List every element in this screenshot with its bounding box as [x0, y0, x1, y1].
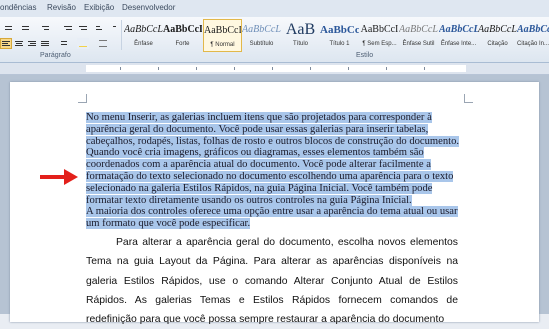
style-sample: AaB	[285, 21, 316, 38]
style-name: Ênfase Inte...	[440, 41, 477, 47]
shading-button[interactable]	[77, 38, 89, 49]
style-sample: AaBbCcL	[163, 24, 202, 35]
margin-corner-mark	[464, 94, 473, 103]
increase-indent-button[interactable]	[77, 23, 89, 34]
body-paragraph: Para alterar a aparência geral do docume…	[86, 237, 458, 326]
style-no-spacing[interactable]: AaBbCcI ¶ Sem Esp...	[360, 19, 399, 52]
selected-paragraph[interactable]: No menu Inserir, as galerias incluem ite…	[86, 112, 462, 230]
tab-review[interactable]: Revisão	[47, 3, 76, 12]
style-name: Ênfase	[134, 41, 153, 47]
align-left-button[interactable]	[0, 38, 12, 49]
style-name: Título 1	[329, 41, 350, 47]
quick-styles-gallery: AaBbCcL Ênfase AaBbCcL Forte AaBbCcI ¶ N…	[124, 19, 549, 53]
line-spacing-button[interactable]	[57, 38, 69, 49]
style-sample: AaBbCcL	[242, 24, 281, 35]
style-sample: AaBbCcL	[439, 24, 478, 35]
ribbon-tab-bar: ondências Revisão Exibição Desenvolvedor	[0, 0, 549, 18]
ribbon-separator	[121, 20, 122, 50]
selected-line: formatar texto diretamente usando os out…	[86, 194, 412, 206]
style-sample: AaBbCcI	[360, 24, 399, 35]
sort-button[interactable]	[94, 23, 106, 34]
styles-group-label: Estilo	[356, 52, 374, 59]
ruler-text-area	[86, 65, 466, 72]
style-name: Ênfase Sutil	[402, 41, 435, 47]
style-name: Subtítulo	[249, 41, 274, 47]
style-name: Citação	[487, 41, 508, 47]
style-sample: AaBbCcL	[124, 24, 163, 35]
style-sample: AaBbCcL	[478, 24, 517, 35]
style-sample: AaBbCcL	[399, 24, 438, 35]
paragraph-group-label: Parágrafo	[40, 52, 71, 59]
numbering-button[interactable]	[20, 23, 32, 34]
body-paragraph-container[interactable]: Para alterar a aparência geral do docume…	[86, 233, 458, 329]
style-quote[interactable]: AaBbCcL Citação	[478, 19, 517, 52]
bullets-button[interactable]	[3, 23, 15, 34]
margin-corner-mark	[78, 94, 87, 103]
selected-line: A maioria dos controles oferece uma opçã…	[86, 206, 458, 218]
style-strong[interactable]: AaBbCcL Forte	[163, 19, 202, 52]
style-sample: AaBbCc	[320, 24, 359, 36]
style-intense-emphasis[interactable]: AaBbCcL Ênfase Inte...	[439, 19, 478, 52]
style-name: ¶ Normal	[210, 42, 235, 48]
multilevel-list-button[interactable]	[40, 23, 52, 34]
style-sample: AaBbCcI	[204, 25, 242, 36]
red-arrow-icon	[40, 169, 78, 185]
selected-line: um formato que você pode especificar.	[86, 218, 251, 230]
tab-developer[interactable]: Desenvolvedor	[122, 3, 175, 12]
style-name: Citação In...	[517, 41, 549, 47]
borders-button[interactable]	[97, 38, 109, 49]
selected-line: formatação do texto selecionado no docum…	[86, 170, 454, 182]
style-emphasis[interactable]: AaBbCcL Ênfase	[124, 19, 163, 52]
align-right-button[interactable]	[26, 38, 38, 49]
justify-button[interactable]	[39, 38, 51, 49]
style-subtle-emphasis[interactable]: AaBbCcL Ênfase Sutil	[399, 19, 438, 52]
style-name: Título	[292, 41, 308, 47]
selected-line: aparência geral do documento. Você pode …	[86, 123, 429, 135]
tab-references[interactable]: ondências	[0, 3, 36, 12]
paragraph-group	[0, 22, 118, 52]
selected-line: cabeçalhos, rodapés, listas, folhas de r…	[86, 135, 460, 147]
tab-view[interactable]: Exibição	[84, 3, 114, 12]
align-center-button[interactable]	[13, 38, 25, 49]
style-intense-quote[interactable]: AaBbCcL Citação In...	[517, 19, 549, 52]
style-subtitle[interactable]: AaBbCcL Subtítulo	[242, 19, 281, 52]
style-title[interactable]: AaB Título	[281, 19, 320, 52]
selected-line: selecionado na galeria Estilos Rápidos, …	[86, 182, 433, 194]
style-normal[interactable]: AaBbCcI ¶ Normal	[203, 19, 242, 52]
show-hide-marks-button[interactable]	[108, 23, 120, 34]
style-sample: AaBbCcL	[517, 24, 549, 35]
decrease-indent-button[interactable]	[62, 23, 74, 34]
style-heading-1[interactable]: AaBbCc Título 1	[320, 19, 359, 52]
selected-line: coordenados com a aparência atual do doc…	[86, 159, 431, 171]
selected-line: Quando você cria imagens, gráficos ou di…	[86, 147, 424, 159]
horizontal-ruler[interactable]	[0, 63, 549, 75]
style-name: ¶ Sem Esp...	[362, 41, 397, 47]
selected-line: No menu Inserir, as galerias incluem ite…	[86, 112, 432, 123]
style-name: Forte	[175, 41, 190, 47]
